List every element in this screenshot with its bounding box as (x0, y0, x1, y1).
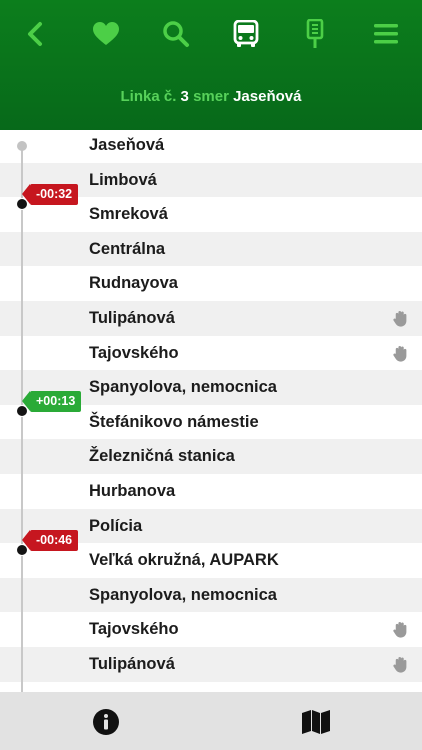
favorites-button[interactable] (86, 14, 126, 54)
stop-name: Tajovského (89, 343, 179, 362)
stop-name: Štefánikovo námestie (89, 412, 259, 431)
stop-name: Spanyolova, nemocnica (89, 585, 277, 604)
stop-row[interactable] (0, 682, 422, 692)
bus-icon (233, 20, 259, 47)
stop-name: Hurbanova (89, 482, 176, 500)
stop-name: Rudnayova (89, 274, 178, 293)
direction-name: Jaseňová (233, 88, 302, 105)
stop-name: Limbová (89, 170, 157, 189)
footer-bar (0, 692, 422, 750)
stop-name: Spanyolova, nemocnica (89, 378, 277, 397)
vehicle-delay-badge[interactable]: -00:46 (21, 529, 79, 551)
stop-row[interactable]: Tajovského (0, 612, 422, 647)
stop-row[interactable]: Jaseňová (0, 128, 422, 163)
route-start-dot (17, 141, 27, 151)
menu-icon (374, 24, 398, 44)
vehicle-delay-badge[interactable]: -00:32 (21, 183, 79, 205)
stop-name: Smreková (89, 205, 168, 224)
bus-stop-button[interactable] (295, 14, 335, 54)
nav-bar (0, 0, 422, 66)
stop-name: Jaseňová (89, 136, 165, 154)
stop-row[interactable]: Železničná stanica (0, 439, 422, 474)
stop-name: Polícia (89, 516, 143, 535)
direction-label: smer (193, 88, 229, 105)
info-button[interactable] (91, 707, 121, 737)
stop-row[interactable]: Tajovského (0, 336, 422, 371)
stop-name: Veľká okružná, AUPARK (89, 551, 279, 570)
stop-row[interactable]: Tulipánová (0, 301, 422, 336)
request-stop-hand-icon (391, 344, 410, 363)
line-direction-title: Linka č. 3 smer Jaseňová (0, 88, 422, 105)
stop-row[interactable]: Hurbanova (0, 474, 422, 509)
back-icon (28, 22, 42, 46)
request-stop-hand-icon (391, 620, 410, 639)
stop-row[interactable]: Centrálna (0, 231, 422, 267)
heart-icon (93, 22, 119, 45)
stop-name: Železničná stanica (89, 447, 235, 466)
bus-tab-button[interactable] (226, 14, 266, 54)
request-stop-hand-icon (391, 655, 410, 674)
menu-button[interactable] (366, 14, 406, 54)
header: Linka č. 3 smer Jaseňová (0, 0, 422, 130)
route-timeline (21, 146, 23, 692)
search-icon (163, 21, 189, 47)
stop-row[interactable]: Spanyolova, nemocnica (0, 577, 422, 613)
stop-name: Tulipánová (89, 309, 175, 327)
search-button[interactable] (156, 14, 196, 54)
line-label: Linka č. (120, 88, 177, 105)
stop-name: Tulipánová (89, 655, 175, 673)
back-button[interactable] (16, 14, 56, 54)
map-icon (302, 710, 330, 734)
stop-row[interactable]: Rudnayova (0, 266, 422, 301)
bus-stop-icon (306, 19, 324, 48)
line-number: 3 (180, 88, 189, 105)
request-stop-hand-icon (391, 309, 410, 328)
map-button[interactable] (301, 707, 331, 737)
info-icon (93, 709, 119, 735)
vehicle-delay-badge[interactable]: +00:13 (21, 391, 82, 413)
stop-name: Centrálna (89, 239, 166, 258)
stop-row[interactable]: Tulipánová (0, 647, 422, 682)
stop-name: Tajovského (89, 620, 179, 639)
